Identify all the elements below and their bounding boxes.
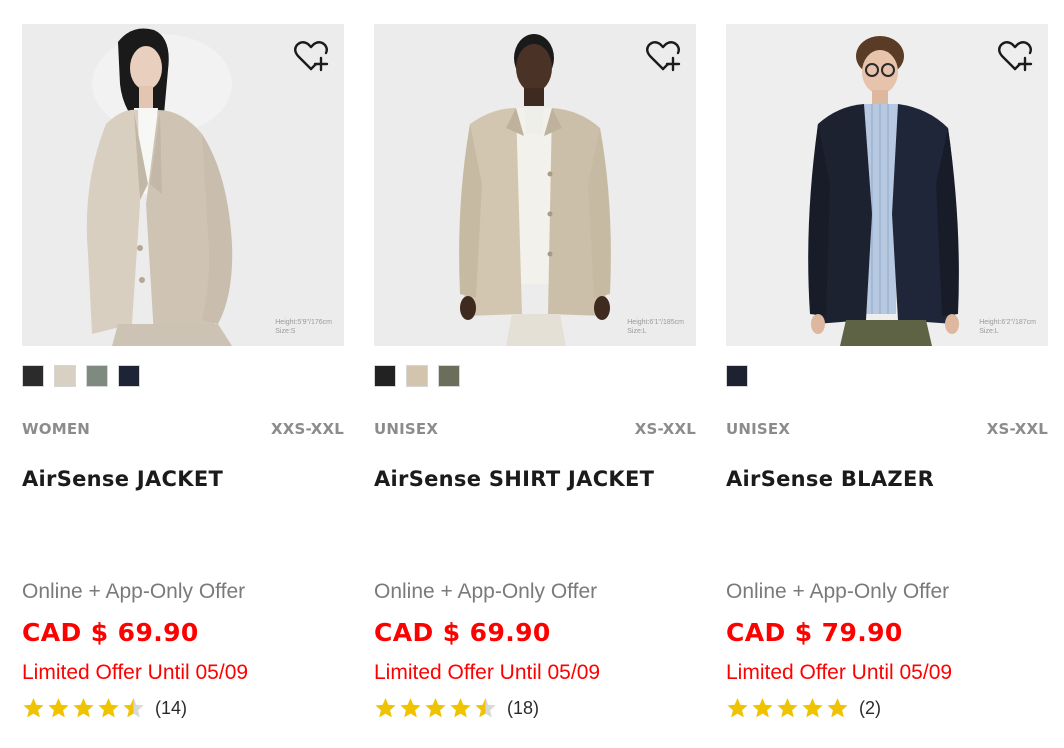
color-swatch[interactable] <box>22 365 44 387</box>
price: CAD $ 79.90 <box>726 618 903 647</box>
product-card-airsense-shirt-jacket[interactable]: Height:6'1"/185cm Size:L UNISEX XS-XXL A… <box>374 24 696 724</box>
price: CAD $ 69.90 <box>22 618 199 647</box>
product-meta: UNISEX XS-XXL <box>374 420 696 440</box>
product-card-airsense-jacket[interactable]: Height:5'9"/176cm Size:S WOMEN XXS-XXL A… <box>22 24 344 724</box>
star-full-icon <box>777 698 798 718</box>
model-size-caption: Height:6'2"/187cm Size:L <box>979 318 1036 336</box>
rating-stars <box>22 697 145 719</box>
color-swatch[interactable] <box>118 365 140 387</box>
star-full-icon <box>425 698 446 718</box>
offer-label: Online + App-Only Offer <box>374 580 598 603</box>
product-image[interactable]: Height:5'9"/176cm Size:S <box>22 24 344 346</box>
limited-offer-text: Limited Offer Until 05/09 <box>374 661 601 684</box>
offer-label: Online + App-Only Offer <box>22 580 246 603</box>
star-full-icon <box>727 698 748 718</box>
product-image[interactable]: Height:6'2"/187cm Size:L <box>726 24 1048 346</box>
gender-label: UNISEX <box>726 420 791 438</box>
color-swatches <box>374 365 460 387</box>
rating-stars <box>726 697 849 719</box>
offer-label: Online + App-Only Offer <box>726 580 950 603</box>
rating[interactable]: (14) <box>22 697 187 719</box>
product-card-airsense-blazer[interactable]: Height:6'2"/187cm Size:L UNISEX XS-XXL A… <box>726 24 1048 724</box>
color-swatch[interactable] <box>438 365 460 387</box>
star-full-icon <box>802 698 823 718</box>
product-meta: WOMEN XXS-XXL <box>22 420 344 440</box>
star-full-icon <box>450 698 471 718</box>
color-swatch[interactable] <box>374 365 396 387</box>
model-size-caption: Height:5'9"/176cm Size:S <box>275 318 332 336</box>
review-count: (2) <box>859 697 881 718</box>
color-swatches <box>726 365 748 387</box>
heart-plus-icon <box>646 41 681 72</box>
star-full-icon <box>400 698 421 718</box>
add-to-wishlist-button[interactable] <box>996 38 1034 76</box>
heart-plus-icon <box>294 41 329 72</box>
model-height-text: Height:6'1"/185cm <box>627 319 684 326</box>
rating[interactable]: (18) <box>374 697 539 719</box>
review-count: (18) <box>507 697 540 718</box>
color-swatch[interactable] <box>54 365 76 387</box>
limited-offer-text: Limited Offer Until 05/09 <box>726 661 953 684</box>
color-swatch[interactable] <box>726 365 748 387</box>
star-full-icon <box>23 698 44 718</box>
model-height-text: Height:6'2"/187cm <box>979 319 1036 326</box>
star-full-icon <box>48 698 69 718</box>
limited-offer-text: Limited Offer Until 05/09 <box>22 661 249 684</box>
size-range: XXS-XXL <box>270 420 344 438</box>
product-image[interactable]: Height:6'1"/185cm Size:L <box>374 24 696 346</box>
star-full-icon <box>375 698 396 718</box>
price: CAD $ 69.90 <box>374 618 551 647</box>
heart-plus-icon <box>998 41 1033 72</box>
gender-label: WOMEN <box>22 420 91 438</box>
gender-label: UNISEX <box>374 420 439 438</box>
star-full-icon <box>98 698 119 718</box>
product-meta: UNISEX XS-XXL <box>726 420 1048 440</box>
model-height-text: Height:5'9"/176cm <box>275 319 332 326</box>
rating[interactable]: (2) <box>726 697 881 719</box>
product-name-link[interactable]: AirSense JACKET <box>22 467 223 491</box>
color-swatch[interactable] <box>86 365 108 387</box>
star-half-icon <box>475 698 496 718</box>
product-name-link[interactable]: AirSense BLAZER <box>726 467 934 491</box>
add-to-wishlist-button[interactable] <box>644 38 682 76</box>
star-full-icon <box>73 698 94 718</box>
size-range: XS-XXL <box>634 420 696 438</box>
add-to-wishlist-button[interactable] <box>292 38 330 76</box>
model-size-text: Size:S <box>275 328 296 335</box>
model-size-text: Size:L <box>627 328 647 335</box>
model-size-text: Size:L <box>979 328 999 335</box>
color-swatch[interactable] <box>406 365 428 387</box>
star-full-icon <box>752 698 773 718</box>
review-count: (14) <box>155 697 188 718</box>
color-swatches <box>22 365 140 387</box>
star-full-icon <box>827 698 848 718</box>
product-name-link[interactable]: AirSense SHIRT JACKET <box>374 467 654 491</box>
model-size-caption: Height:6'1"/185cm Size:L <box>627 318 684 336</box>
star-half-icon <box>123 698 144 718</box>
size-range: XS-XXL <box>986 420 1048 438</box>
rating-stars <box>374 697 497 719</box>
